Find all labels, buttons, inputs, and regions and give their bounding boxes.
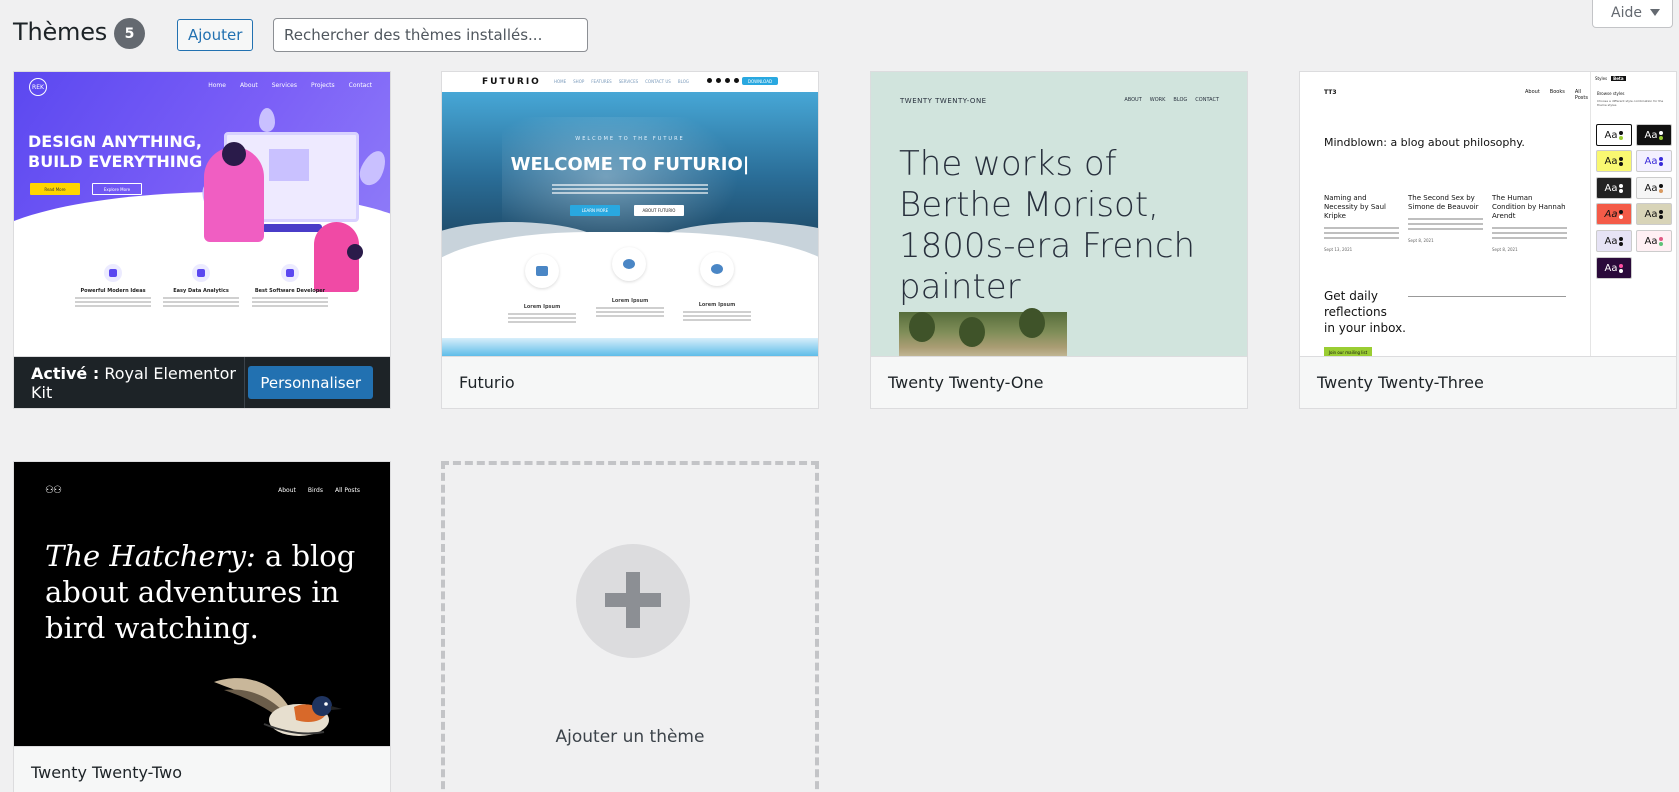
rocket-icon — [700, 252, 734, 286]
style-swatch: Aa — [1596, 150, 1632, 172]
style-swatch: Aa — [1596, 203, 1632, 225]
preview-button: Explore More — [92, 183, 142, 195]
search-input[interactable] — [273, 18, 588, 52]
preview-headline: Mindblown: a blog about philosophy. — [1324, 136, 1525, 149]
plus-icon — [576, 544, 690, 658]
style-swatch: Aa — [1596, 177, 1632, 199]
preview-post: The Second Sex by Simone de Beauvoir Sep… — [1408, 194, 1483, 245]
theme-screenshot[interactable]: ⚇⚇ About Birds All Posts The Hatchery: a… — [14, 462, 390, 746]
preview-post: The Human Condition by Hannah Arendt Sep… — [1492, 194, 1567, 252]
style-swatch: Aa — [1636, 124, 1672, 146]
preview-feature: Powerful Modern Ideas — [63, 264, 163, 309]
preview-nav-item: About — [278, 487, 296, 494]
preview-newsletter: Get daily reflections in your inbox. — [1324, 289, 1406, 335]
style-swatch: Aa — [1596, 257, 1632, 279]
cart-icon — [192, 264, 210, 282]
preview-panel-desc: Choose a different style combination for… — [1597, 99, 1664, 107]
preview-nav-item: ABOUT — [1124, 97, 1142, 103]
user-icon — [281, 264, 299, 282]
bird-illustration — [214, 678, 342, 736]
style-swatch: Aa — [1596, 124, 1632, 146]
theme-name: Twenty Twenty-Three — [1300, 356, 1676, 408]
preview-button: ABOUT FUTURIO — [634, 205, 684, 216]
preview-nav-item: SERVICES — [618, 79, 639, 84]
preview-column: Lorem Ipsum — [502, 304, 582, 325]
theme-screenshot[interactable]: REK Home About Services Projects Contact… — [14, 72, 390, 356]
preview-headline: The Hatchery: a blog about adventures in… — [45, 539, 356, 645]
preview-nav-item: CONTACT — [1195, 97, 1219, 103]
chart-icon — [525, 254, 559, 288]
binoculars-icon: ⚇⚇ — [45, 485, 62, 496]
theme-name: Twenty Twenty-One — [871, 356, 1247, 408]
style-swatch: Aa — [1636, 177, 1672, 199]
preview-logo: FUTURIO — [482, 77, 541, 87]
add-new-theme-card[interactable]: Ajouter un thème — [441, 461, 819, 792]
theme-card-royal-elementor-kit[interactable]: REK Home About Services Projects Contact… — [13, 71, 391, 409]
preview-button: Read More — [30, 183, 80, 195]
preview-nav-item: Contact — [348, 82, 372, 89]
preview-button: DOWNLOAD — [742, 77, 778, 85]
preview-nav-item: Projects — [311, 82, 335, 89]
preview-nav-item: SHOP — [573, 79, 585, 84]
theme-card-futurio[interactable]: FUTURIO HOME SHOP FEATURES SERVICES CONT… — [441, 71, 819, 409]
logo-icon: REK — [29, 78, 47, 96]
active-label: Activé : — [31, 363, 100, 383]
preview-button: LEARN MORE — [570, 205, 620, 216]
chevron-down-icon — [1650, 9, 1660, 16]
preview-panel-title: Browse styles — [1597, 91, 1625, 96]
theme-card-twenty-twenty-one[interactable]: TWENTY TWENTY-ONE ABOUT WORK BLOG CONTAC… — [870, 71, 1248, 409]
preview-tagline: WELCOME TO THE FUTURE — [575, 136, 685, 142]
preview-icons — [707, 78, 739, 83]
preview-feature: Best Software Developer — [240, 264, 340, 309]
preview-nav-item: Birds — [307, 487, 323, 494]
wordpress-icon — [612, 247, 646, 281]
theme-name: Activé : Royal Elementor Kit — [31, 363, 236, 402]
preview-nav-item: BLOG — [677, 79, 689, 84]
add-theme-button[interactable]: Ajouter — [177, 19, 254, 51]
preview-nav-item: All Posts — [1574, 89, 1588, 101]
preview-nav-item: About — [239, 82, 258, 89]
theme-name-bar: Activé : Royal Elementor Kit Personnalis… — [14, 356, 390, 408]
preview-nav-item: Books — [1549, 89, 1565, 95]
theme-screenshot[interactable]: TWENTY TWENTY-ONE ABOUT WORK BLOG CONTAC… — [871, 72, 1247, 356]
preview-headline: WELCOME TO FUTURIO| — [510, 154, 750, 175]
theme-name: Futurio — [442, 356, 818, 408]
preview-nav-item: Home — [208, 82, 226, 89]
customize-button[interactable]: Personnaliser — [248, 366, 373, 399]
theme-name: Twenty Twenty-Two — [14, 746, 390, 792]
preview-headline: DESIGN ANYTHING, BUILD EVERYTHING — [28, 132, 203, 171]
preview-nav-item: Services — [271, 82, 297, 89]
theme-card-twenty-twenty-two[interactable]: ⚇⚇ About Birds All Posts The Hatchery: a… — [13, 461, 391, 792]
preview-column: Lorem Ipsum — [590, 298, 670, 319]
style-swatch: Aa — [1596, 230, 1632, 252]
preview-nav-item: WORK — [1149, 97, 1166, 103]
preview-post: Naming and Necessity by Saul Kripke Sept… — [1324, 194, 1399, 254]
theme-count-badge: 5 — [114, 18, 145, 49]
theme-screenshot[interactable]: TT3 About Books All Posts Mindblown: a b… — [1300, 72, 1676, 356]
preview-nav-item: HOME — [554, 79, 567, 84]
preview-styles-panel: Styles Beta Browse styles Choose a diffe… — [1590, 72, 1676, 356]
document-icon — [104, 264, 122, 282]
preview-feature: Easy Data Analytics — [151, 264, 251, 309]
style-swatch: Aa — [1636, 230, 1672, 252]
preview-nav-item: FEATURES — [591, 79, 612, 84]
help-label: Aide — [1611, 4, 1642, 21]
preview-nav-item: All Posts — [334, 487, 360, 494]
page-title: Thèmes — [13, 18, 108, 46]
theme-screenshot[interactable]: FUTURIO HOME SHOP FEATURES SERVICES CONT… — [442, 72, 818, 356]
style-swatch: Aa — [1636, 203, 1672, 225]
preview-brand: TT3 — [1324, 89, 1337, 96]
theme-card-twenty-twenty-three[interactable]: TT3 About Books All Posts Mindblown: a b… — [1299, 71, 1677, 409]
preview-brand: TWENTY TWENTY-ONE — [900, 97, 987, 105]
preview-button: Join our mailing list — [1324, 347, 1372, 356]
preview-column: Lorem Ipsum — [677, 302, 757, 323]
style-swatch: Aa — [1636, 150, 1672, 172]
preview-painting — [899, 308, 1067, 356]
preview-nav-item: BLOG — [1173, 97, 1188, 103]
preview-nav-item: About — [1525, 89, 1540, 95]
add-theme-label: Ajouter un thème — [555, 727, 705, 747]
preview-nav-item: CONTACT US — [645, 79, 671, 84]
help-tab[interactable]: Aide — [1592, 0, 1673, 28]
preview-headline: The works of Berthe Morisot, 1800s-era F… — [899, 144, 1196, 307]
